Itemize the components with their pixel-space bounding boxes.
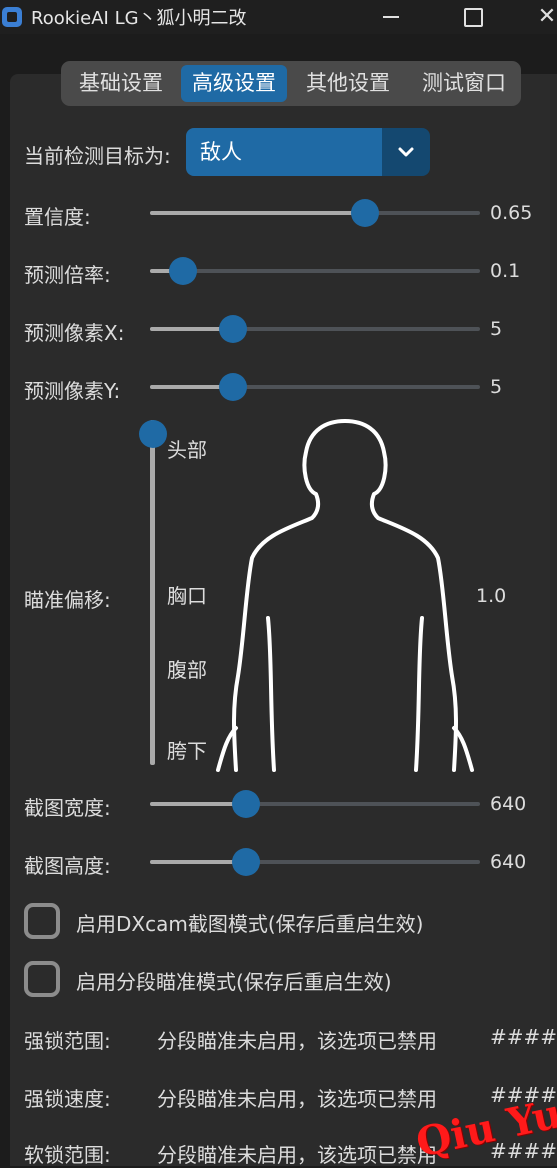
prediction-y-value: 5 <box>490 376 503 398</box>
segmented-aim-checkbox[interactable] <box>24 961 60 997</box>
maximize-icon <box>463 7 483 27</box>
prediction-x-label: 预测像素X: <box>24 321 125 345</box>
window-title: RookieAI LG丶狐小明二改 <box>31 8 247 29</box>
capture-height-slider[interactable] <box>150 847 480 877</box>
segmented-aim-label[interactable]: 启用分段瞄准模式(保存后重启生效) <box>76 966 392 995</box>
slider-handle[interactable] <box>139 420 167 448</box>
strong-lock-range-value: #### <box>490 1025 557 1049</box>
maximize-button[interactable] <box>446 0 500 34</box>
prediction-rate-label: 预测倍率: <box>24 263 111 287</box>
slider-handle[interactable] <box>232 848 260 876</box>
prediction-rate-value: 0.1 <box>490 260 521 282</box>
slider-handle[interactable] <box>232 790 260 818</box>
prediction-y-slider[interactable] <box>150 372 480 402</box>
aim-offset-label: 瞄准偏移: <box>24 588 111 612</box>
confidence-slider[interactable] <box>150 198 480 228</box>
minimize-button[interactable] <box>364 0 418 34</box>
tab-test-window[interactable]: 测试窗口 <box>411 65 517 102</box>
strong-lock-range-text: 分段瞄准未启用，该选项已禁用 <box>157 1029 437 1053</box>
tab-bar: 基础设置 高级设置 其他设置 测试窗口 <box>61 61 521 106</box>
title-bar: RookieAI LG丶狐小明二改 ✕ <box>0 0 557 34</box>
strong-lock-speed-label: 强锁速度: <box>24 1087 111 1111</box>
confidence-value: 0.65 <box>490 202 533 224</box>
close-button[interactable]: ✕ <box>520 0 557 34</box>
capture-height-value: 640 <box>490 851 527 873</box>
capture-height-label: 截图高度: <box>24 854 111 878</box>
target-dropdown-value[interactable]: 敌人 <box>186 128 382 176</box>
slider-handle[interactable] <box>169 257 197 285</box>
slider-handle[interactable] <box>219 373 247 401</box>
dxcam-mode-label[interactable]: 启用DXcam截图模式(保存后重启生效) <box>76 908 423 937</box>
slider-handle[interactable] <box>219 315 247 343</box>
prediction-x-value: 5 <box>490 318 503 340</box>
slider-handle[interactable] <box>351 199 379 227</box>
target-dropdown[interactable]: 敌人 <box>186 128 430 176</box>
body-silhouette-icon <box>216 419 474 772</box>
confidence-label: 置信度: <box>24 205 91 229</box>
prediction-x-slider[interactable] <box>150 314 480 344</box>
slider-track <box>150 420 155 765</box>
strong-lock-speed-text: 分段瞄准未启用，该选项已禁用 <box>157 1087 437 1111</box>
app-icon <box>2 7 22 27</box>
tab-other-settings[interactable]: 其他设置 <box>295 65 401 102</box>
capture-width-value: 640 <box>490 793 527 815</box>
prediction-rate-slider[interactable] <box>150 256 480 286</box>
capture-width-label: 截图宽度: <box>24 796 111 820</box>
aim-position-head: 头部 <box>167 438 207 462</box>
aim-position-abdomen: 腹部 <box>167 658 207 682</box>
slider-fill <box>150 211 365 215</box>
tab-advanced-settings[interactable]: 高级设置 <box>181 65 287 102</box>
capture-width-slider[interactable] <box>150 789 480 819</box>
dxcam-mode-checkbox[interactable] <box>24 903 60 939</box>
close-icon: ✕ <box>537 4 557 29</box>
prediction-y-label: 预测像素Y: <box>24 379 121 403</box>
tab-basic-settings[interactable]: 基础设置 <box>67 65 175 102</box>
slider-track <box>150 269 480 273</box>
soft-lock-range-text: 分段瞄准未启用，该选项已禁用 <box>157 1143 437 1167</box>
soft-lock-range-label: 软锁范围: <box>24 1143 111 1167</box>
target-dropdown-arrow[interactable] <box>382 128 430 176</box>
target-label: 当前检测目标为: <box>24 144 171 168</box>
aim-offset-value: 1.0 <box>476 585 507 607</box>
aim-offset-slider[interactable] <box>139 420 169 765</box>
aim-position-chest: 胸口 <box>167 584 207 608</box>
strong-lock-range-label: 强锁范围: <box>24 1029 111 1053</box>
minimize-icon <box>383 16 399 18</box>
aim-position-groin: 胯下 <box>167 739 207 763</box>
chevron-down-icon <box>398 147 414 157</box>
